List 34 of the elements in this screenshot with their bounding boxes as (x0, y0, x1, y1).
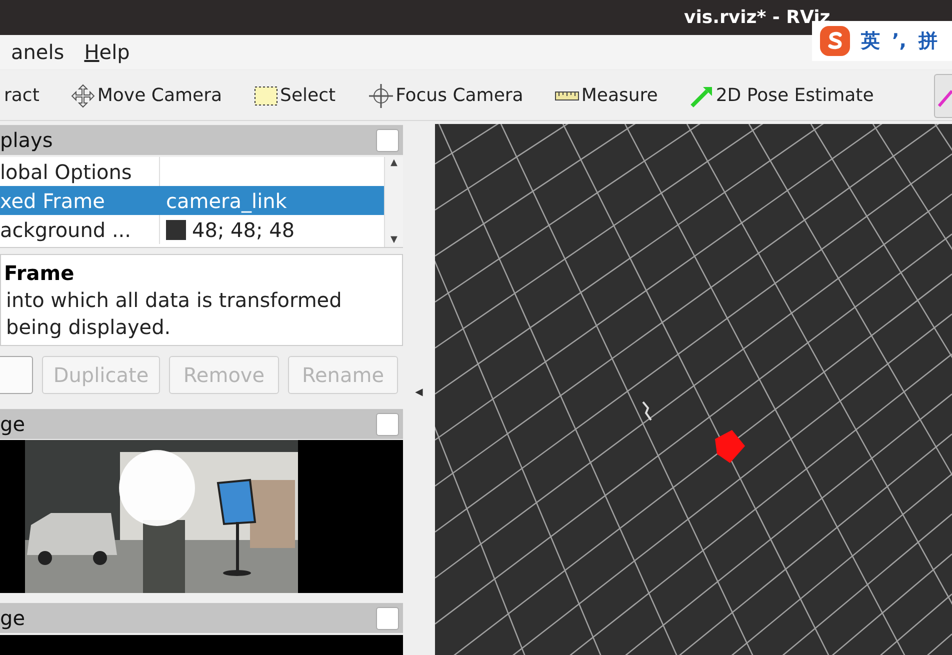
tool-button[interactable] (934, 74, 952, 118)
scrollbar[interactable]: ▲ ▼ (384, 157, 403, 248)
panel-title: plays (0, 127, 53, 154)
cube-marker (715, 430, 745, 463)
point-trail (642, 401, 652, 421)
description-text: into which all data is transformed being displayed. (5, 287, 343, 342)
tool-button[interactable]: Move Camera (71, 82, 222, 109)
checkbox[interactable] (376, 412, 399, 436)
panel-title: ge (0, 411, 25, 438)
selection-rect-icon (254, 86, 278, 106)
tool-button[interactable]: Measure (555, 82, 658, 109)
crosshair-icon (368, 82, 394, 108)
description-title: Frame (4, 260, 76, 288)
ime-button[interactable]: 英 (858, 26, 883, 56)
tool-button[interactable]: Select (254, 82, 336, 109)
tool-button[interactable]: ract (4, 82, 40, 109)
move-arrows-icon (71, 84, 96, 108)
tree-row[interactable]: xed Frame camera_link (0, 186, 384, 215)
collapse-handle[interactable]: ◀ (415, 384, 423, 400)
scroll-up-arrow[interactable]: ▲ (390, 157, 398, 170)
menu-item[interactable]: anels (11, 37, 64, 67)
ime-button[interactable]: ’, (889, 26, 910, 56)
checkbox[interactable] (376, 606, 399, 630)
ime-button[interactable]: 拼 (915, 26, 940, 56)
scroll-down-arrow[interactable]: ▼ (390, 234, 398, 248)
ime-logo-icon[interactable] (818, 24, 852, 58)
menu-item[interactable]: Help (84, 37, 130, 67)
tree-row[interactable]: ackground ... 48; 48; 48 (0, 215, 384, 244)
tool-button[interactable]: 2D Pose Estimate (690, 82, 874, 109)
checkbox[interactable] (376, 128, 399, 152)
panel-title: ge (0, 605, 25, 632)
ruler-icon (555, 90, 580, 100)
tool-button[interactable]: Focus Camera (368, 82, 524, 109)
panel-button[interactable] (0, 356, 33, 394)
